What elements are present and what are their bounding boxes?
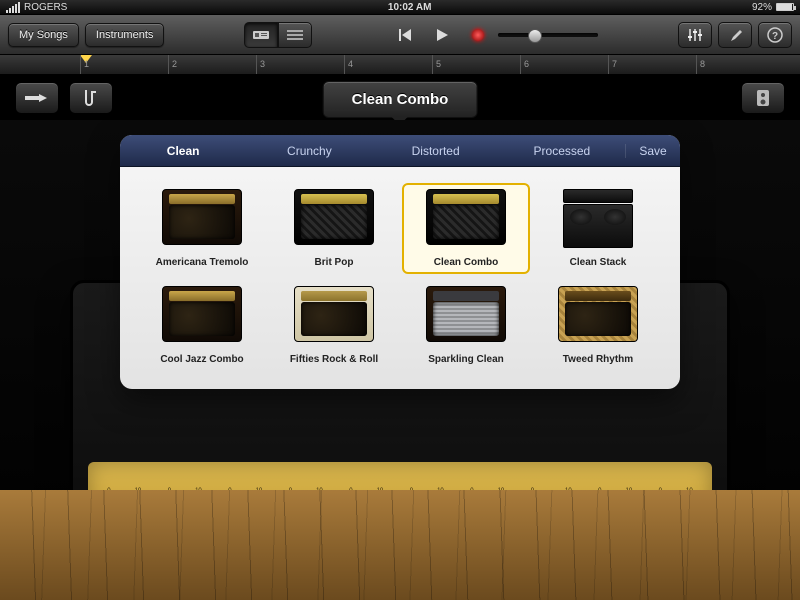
help-button[interactable]: ? (758, 22, 792, 48)
preset-item-label: Fifties Rock & Roll (276, 354, 392, 365)
main-toolbar: My Songs Instruments ? (0, 15, 800, 55)
preset-item[interactable]: Clean Combo (402, 183, 530, 274)
preset-item[interactable]: Sparkling Clean (402, 280, 530, 371)
tuner-button[interactable] (69, 82, 113, 114)
ruler-tick: 3 (256, 55, 265, 74)
transport-controls (392, 21, 492, 49)
status-bar: ROGERS 10:02 AM 92% (0, 0, 800, 15)
clock: 10:02 AM (67, 2, 752, 13)
battery-pct: 92% (752, 2, 772, 13)
ruler-tick: 7 (608, 55, 617, 74)
preset-item-label: Clean Stack (540, 257, 656, 268)
record-button[interactable] (464, 21, 492, 49)
ruler-tick: 2 (168, 55, 177, 74)
view-switcher (244, 22, 312, 48)
play-button[interactable] (428, 21, 456, 49)
input-jack-button[interactable] (15, 82, 59, 114)
preset-item[interactable]: Tweed Rhythm (534, 280, 662, 371)
preset-item[interactable]: Americana Tremolo (138, 183, 266, 274)
signal-icon (6, 2, 20, 13)
ruler-tick: 1 (80, 55, 89, 74)
preset-tab-distorted[interactable]: Distorted (373, 144, 499, 158)
battery-icon (776, 3, 794, 11)
preset-item-label: Brit Pop (276, 257, 392, 268)
my-songs-button[interactable]: My Songs (8, 23, 79, 47)
save-preset-button[interactable]: Save (625, 144, 680, 158)
preset-tab-crunchy[interactable]: Crunchy (246, 144, 372, 158)
ruler-tick: 8 (696, 55, 705, 74)
preset-item-label: Tweed Rhythm (540, 354, 656, 365)
preset-selector[interactable]: Clean Combo (323, 81, 478, 118)
preset-item-label: Cool Jazz Combo (144, 354, 260, 365)
stompbox-button[interactable] (741, 82, 785, 114)
preset-item[interactable]: Clean Stack (534, 183, 662, 274)
preset-item-label: Americana Tremolo (144, 257, 260, 268)
instrument-view-button[interactable] (244, 22, 278, 48)
preset-item-label: Sparkling Clean (408, 354, 524, 365)
preset-grid: Americana Tremolo Brit Pop Clean Combo Clea… (120, 167, 680, 389)
preset-tab-clean[interactable]: Clean (120, 144, 246, 158)
preset-item[interactable]: Cool Jazz Combo (138, 280, 266, 371)
svg-text:?: ? (772, 31, 778, 42)
preset-item-label: Clean Combo (408, 257, 524, 268)
floor (0, 490, 800, 600)
mixer-button[interactable] (678, 22, 712, 48)
timeline-ruler[interactable]: 1 2 3 4 5 6 7 8 (0, 55, 800, 75)
carrier-label: ROGERS (24, 2, 67, 13)
ruler-tick: 6 (520, 55, 529, 74)
ruler-tick: 5 (432, 55, 441, 74)
preset-popover: CleanCrunchyDistortedProcessedSave Ameri… (120, 135, 680, 389)
go-to-start-button[interactable] (392, 21, 420, 49)
ruler-tick: 4 (344, 55, 353, 74)
instrument-subbar: Clean Combo (0, 75, 800, 120)
preset-tab-processed[interactable]: Processed (499, 144, 625, 158)
tracks-view-button[interactable] (278, 22, 312, 48)
preset-item[interactable]: Brit Pop (270, 183, 398, 274)
preset-item[interactable]: Fifties Rock & Roll (270, 280, 398, 371)
instruments-button[interactable]: Instruments (85, 23, 164, 47)
preset-category-tabs: CleanCrunchyDistortedProcessedSave (120, 135, 680, 167)
settings-button[interactable] (718, 22, 752, 48)
volume-slider[interactable] (498, 33, 598, 37)
